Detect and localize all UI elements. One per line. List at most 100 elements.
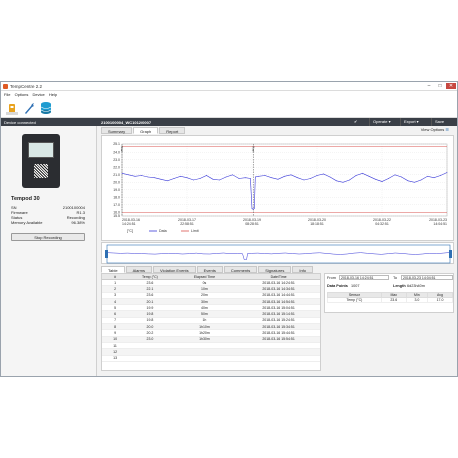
length-label: Length [393,284,406,288]
status-bar: Device connected 2100100004_WC1012/0007 … [1,118,457,126]
data-point [407,180,409,182]
data-point [199,178,201,179]
range-navigator[interactable] [102,243,455,265]
menu-options[interactable]: Options [15,92,29,97]
minimize-button[interactable]: – [424,83,434,89]
y-tick-label: 19.0 [113,188,120,192]
data-point [368,175,370,177]
y-tick-label: 21.0 [113,173,120,177]
window-title: TempCentre 2.2 [10,84,43,89]
y-tick-label: 18.0 [113,195,120,199]
menu-device[interactable]: Device [33,92,45,97]
to-field[interactable]: 2018-03-23 14:04:51 [401,275,453,280]
data-point [433,177,435,179]
data-point [446,172,448,173]
tab-report[interactable]: Report [159,127,186,134]
x-tick-time: 04:32:51 [375,222,389,226]
from-field[interactable]: 2018-03-16 14:24:51 [339,275,389,280]
database-icon[interactable] [40,101,52,115]
operate-label: Operate [373,119,388,124]
data-point [206,175,207,176]
x-tick-time: 14:24:51 [122,222,136,226]
tab-info[interactable]: Info [292,266,314,273]
tab-summary[interactable]: Summary [101,127,133,134]
data-point [349,179,350,181]
data-point [440,175,441,176]
row-elapsed [171,355,238,362]
start-marker-label: Start [120,146,124,153]
y-tick-label: 15.5 [113,214,120,218]
data-point [232,174,233,176]
device-connect-icon[interactable] [6,101,18,115]
data-point [401,176,402,178]
data-point [290,174,292,176]
data-point [355,175,357,176]
data-point [414,181,415,183]
y-tick-label: 20.0 [113,180,120,184]
temperature-chart[interactable]: 25.124.023.022.021.020.019.018.017.016.0… [102,136,455,242]
toolbar [1,98,457,118]
from-label: From [327,276,336,280]
data-point [303,179,305,181]
export-label: Export [404,119,416,124]
data-point [141,175,142,176]
tab-comments[interactable]: Comments [223,266,258,273]
tab-alarms[interactable]: Alarms [125,266,153,273]
row-datetime [237,355,320,362]
data-point [394,174,396,176]
legend-label: [°C] [127,229,133,233]
data-point [427,175,428,177]
tab-violation-events[interactable]: Violation Events [153,266,196,273]
maximize-button[interactable]: □ [435,83,445,89]
navigator-left-handle[interactable] [105,250,108,258]
data-point [388,178,389,179]
data-point [329,176,331,178]
tab-signatures[interactable]: Signatures [258,266,292,273]
operate-button[interactable]: Operate ▾ [369,118,394,126]
menu-bar: File Options Device Help [1,91,457,98]
data-table: # Temp (°C) Elapsed Time Date/Time 1 23.6… [102,274,320,362]
data-point [316,175,318,176]
summary-panel: From 2018-03-16 14:24:51 To 2018-03-23 1… [324,273,454,313]
menu-file[interactable]: File [4,92,10,97]
row-temp [128,355,172,362]
data-point [254,176,256,178]
stats-min: 3.0 [405,297,429,303]
prop-key: Memory Available [11,220,43,225]
navigator-panel [101,242,454,264]
tab-events[interactable]: Events [196,266,223,273]
tab-table[interactable]: Table [101,266,125,273]
y-tick-label: 24.0 [113,150,120,154]
data-point [180,175,181,177]
data-point [336,180,337,182]
wrench-icon[interactable] [23,101,35,115]
data-point [277,178,279,180]
title-bar: TempCentre 2.2 – □ ✕ [1,82,457,91]
length-value: 6d23h40m [407,284,425,288]
save-button[interactable]: Save [431,118,447,126]
data-point [160,178,162,180]
data-point [420,179,422,181]
navigator-right-handle[interactable] [449,250,452,258]
data-point [342,181,344,183]
plot-area [121,143,448,217]
export-button[interactable]: Export ▾ [400,118,422,126]
stop-recording-button[interactable]: Stop Recording [11,233,85,241]
close-button[interactable]: ✕ [446,83,456,89]
y-tick-label: 23.0 [113,158,120,162]
data-point [362,172,363,174]
graph-panel: 25.1 24.0 23.0 22.0 21.0 20.0 19.0 18.0 17.0 16.0… [101,135,454,241]
y-tick-label: 17.0 [113,203,120,207]
tab-graph[interactable]: Graph [133,127,159,134]
data-points-label: Data Points [327,284,348,288]
menu-help[interactable]: Help [49,92,57,97]
data-point [258,175,259,177]
check-icon[interactable]: ✔ [351,118,360,126]
table-row[interactable]: 13 [102,355,320,362]
y-tick-label: 22.0 [113,165,120,169]
view-options-button[interactable]: View Options ☰ [421,127,449,132]
data-point [375,178,376,180]
data-point [250,178,251,179]
data-point [186,177,188,179]
data-point [212,178,214,180]
